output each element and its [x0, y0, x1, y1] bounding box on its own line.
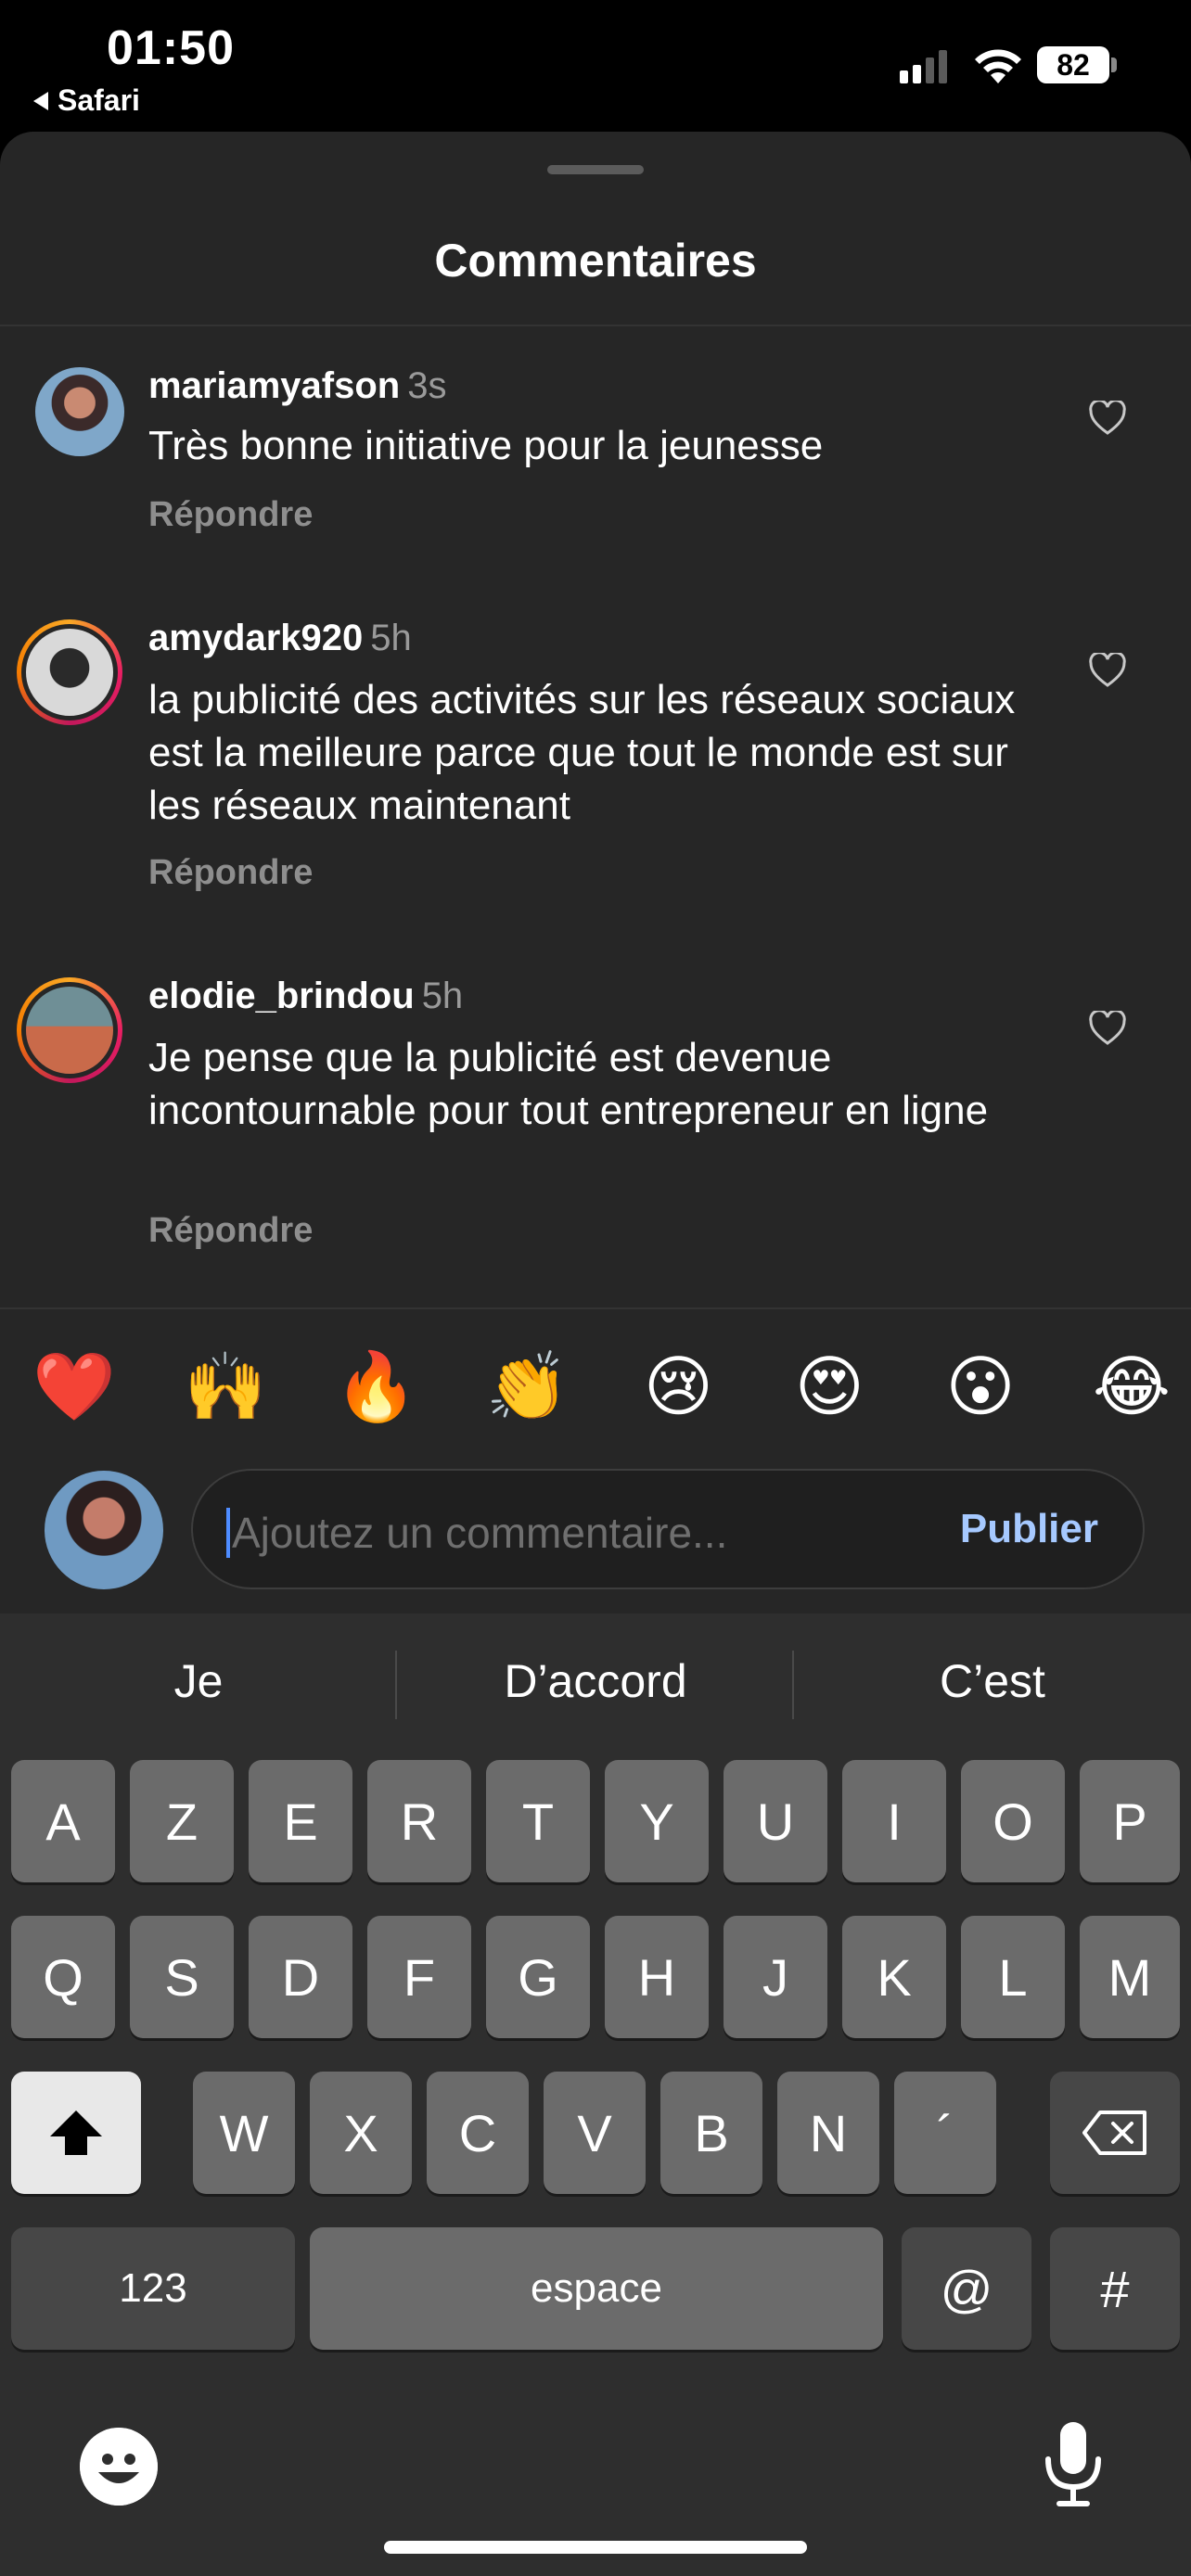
comment-username[interactable]: amydark920	[148, 618, 363, 658]
space-key[interactable]: espace	[310, 2227, 883, 2350]
at-key[interactable]: @	[902, 2227, 1031, 2350]
comment-input[interactable]	[230, 1504, 883, 1562]
key[interactable]: N	[777, 2072, 879, 2194]
cellular-signal-icon	[900, 48, 947, 83]
prediction-3[interactable]: C’est	[794, 1654, 1191, 1708]
reaction-surprised[interactable]: 😮	[934, 1349, 1027, 1423]
key[interactable]: O	[961, 1760, 1065, 1882]
key[interactable]: H	[605, 1916, 709, 2038]
delete-key[interactable]	[1050, 2072, 1180, 2194]
predictive-bar: Je D’accord C’est	[0, 1613, 1191, 1753]
like-heart-icon[interactable]	[1089, 1011, 1126, 1046]
comment-username[interactable]: elodie_brindou	[148, 976, 415, 1016]
key[interactable]: D	[249, 1916, 352, 2038]
back-app-label: Safari	[58, 83, 140, 117]
comment-text: la publicité des activités sur les résea…	[148, 677, 1016, 828]
current-user-avatar	[45, 1471, 163, 1589]
reply-button[interactable]: Répondre	[148, 853, 313, 893]
key[interactable]: G	[486, 1916, 590, 2038]
comment-text: Très bonne initiative pour la jeunesse	[148, 423, 824, 468]
key[interactable]: U	[724, 1760, 827, 1882]
header-divider	[0, 325, 1191, 326]
shift-arrow-icon	[50, 2111, 102, 2155]
emoji-keyboard-icon[interactable]	[80, 2428, 158, 2506]
key[interactable]: Y	[605, 1760, 709, 1882]
comment-composer: Publier	[191, 1469, 1145, 1589]
comment-text: Je pense que la publicité est devenue in…	[148, 1035, 989, 1133]
status-bar: 01:50 Safari 82	[0, 0, 1191, 130]
comment-time: 5h	[370, 618, 412, 658]
key[interactable]: M	[1080, 1916, 1180, 2038]
reaction-crying[interactable]: 😢	[632, 1349, 724, 1423]
avatar[interactable]	[35, 367, 124, 456]
like-heart-icon[interactable]	[1089, 401, 1126, 436]
reply-button[interactable]: Répondre	[148, 495, 313, 535]
key[interactable]: I	[842, 1760, 946, 1882]
reaction-fire[interactable]: 🔥	[330, 1349, 423, 1423]
back-arrow-icon	[33, 91, 48, 110]
key[interactable]: C	[427, 2072, 529, 2194]
key[interactable]: V	[544, 2072, 646, 2194]
prediction-2[interactable]: D’accord	[397, 1654, 794, 1708]
sheet-grabber[interactable]	[547, 165, 644, 174]
home-indicator[interactable]	[384, 2541, 807, 2554]
reaction-raised-hands[interactable]: 🙌	[179, 1349, 272, 1423]
comment-username[interactable]: mariamyafson	[148, 365, 400, 406]
key[interactable]: P	[1080, 1760, 1180, 1882]
key[interactable]: A	[11, 1760, 115, 1882]
key[interactable]: F	[367, 1916, 471, 2038]
avatar	[21, 982, 118, 1078]
reaction-heart[interactable]: ❤️	[28, 1349, 121, 1423]
like-heart-icon[interactable]	[1089, 653, 1126, 688]
battery-indicator: 82	[1037, 46, 1109, 83]
key[interactable]: W	[193, 2072, 295, 2194]
wifi-icon	[975, 49, 1021, 83]
key[interactable]: L	[961, 1916, 1065, 2038]
comment-header: mariamyafson 3s	[148, 365, 446, 407]
comment-header: elodie_brindou 5h	[148, 976, 463, 1017]
key[interactable]: ´	[894, 2072, 996, 2194]
reaction-clap[interactable]: 👏	[481, 1349, 574, 1423]
battery-tip	[1111, 57, 1117, 72]
comment-time: 5h	[421, 976, 464, 1016]
story-ring[interactable]	[17, 619, 122, 725]
key[interactable]: E	[249, 1760, 352, 1882]
numbers-key[interactable]: 123	[11, 2227, 295, 2350]
publish-button[interactable]: Publier	[960, 1506, 1098, 1552]
key[interactable]: X	[310, 2072, 412, 2194]
key[interactable]: Q	[11, 1916, 115, 2038]
status-time: 01:50	[107, 21, 235, 75]
reaction-laughing[interactable]: 😂	[1085, 1349, 1178, 1423]
key[interactable]: K	[842, 1916, 946, 2038]
back-to-safari[interactable]: Safari	[33, 83, 140, 118]
key[interactable]: J	[724, 1916, 827, 2038]
story-ring[interactable]	[17, 977, 122, 1083]
quick-reactions: ❤️ 🙌 🔥 👏 😢 😍 😮 😂	[28, 1349, 1178, 1423]
comment-header: amydark920 5h	[148, 618, 412, 659]
key[interactable]: S	[130, 1916, 234, 2038]
prediction-1[interactable]: Je	[0, 1654, 397, 1708]
shift-key[interactable]	[11, 2072, 141, 2194]
sheet-title: Commentaires	[434, 235, 757, 287]
key[interactable]: R	[367, 1760, 471, 1882]
hash-key[interactable]: #	[1050, 2227, 1180, 2350]
key[interactable]: B	[660, 2072, 762, 2194]
backspace-icon	[1082, 2111, 1146, 2155]
comment-time: 3s	[407, 365, 447, 406]
reaction-heart-eyes[interactable]: 😍	[783, 1349, 876, 1423]
key[interactable]: Z	[130, 1760, 234, 1882]
key[interactable]: T	[486, 1760, 590, 1882]
microphone-icon[interactable]	[1043, 2420, 1104, 2509]
reaction-divider	[0, 1307, 1191, 1309]
reply-button[interactable]: Répondre	[148, 1211, 313, 1251]
avatar	[21, 624, 118, 721]
